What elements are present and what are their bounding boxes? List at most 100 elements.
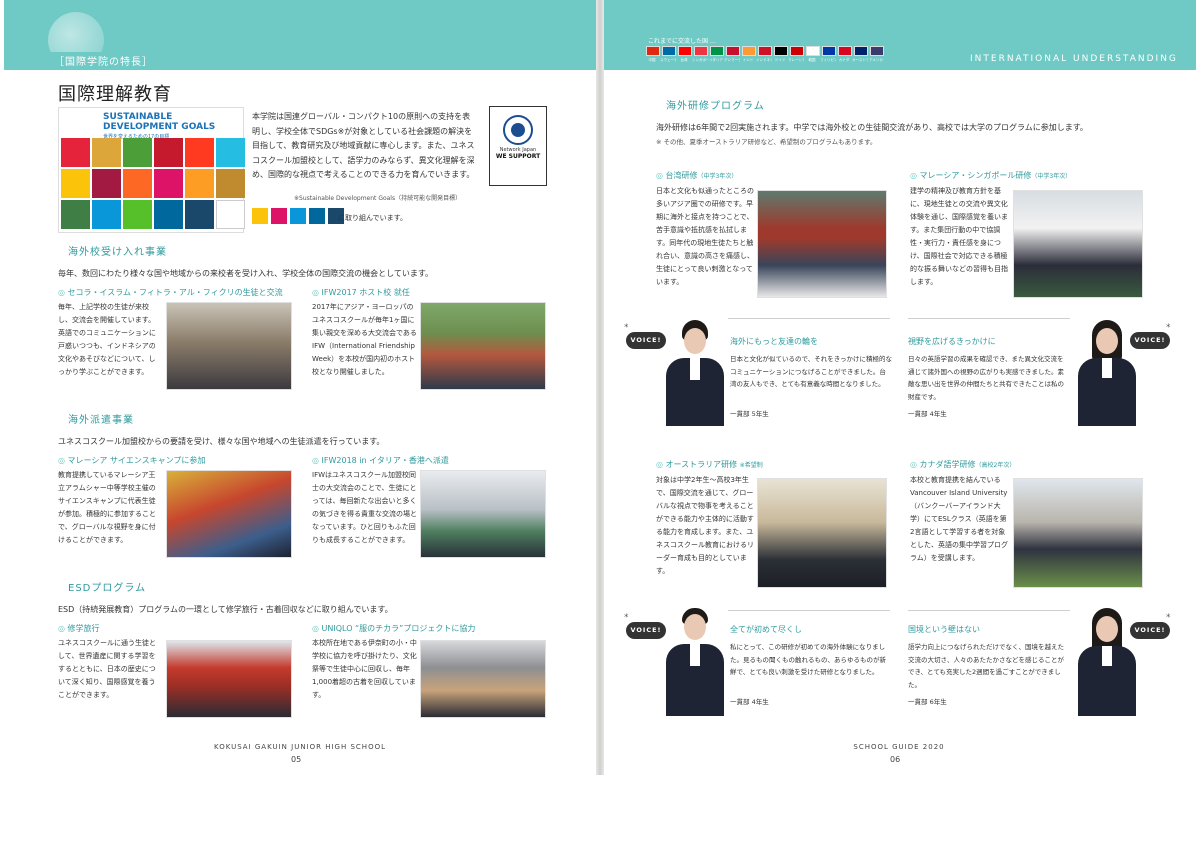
divider xyxy=(908,318,1070,319)
outbound-item-1-text: 教育提携しているマレーシア王立アラムシャー中等学校主催のサイエンスキャンプに代表… xyxy=(58,471,156,544)
country-flag-icon xyxy=(726,46,740,56)
program-desc: 海外研修は6年間で2回実施されます。中学では海外校との生徒間交流があり、高校では… xyxy=(656,123,1088,132)
flag-label: ドイツ xyxy=(774,58,786,62)
ungc-line2: WE SUPPORT xyxy=(495,153,541,160)
voice-3-title: 全てが初めて尽くし xyxy=(730,625,802,634)
brochure-spread: ［国際学院の特長］ 国際理解教育 SUSTAINABLE DEVELOPMENT… xyxy=(0,0,1200,849)
esd-item-1-title: 修学旅行 xyxy=(58,623,100,634)
flag-label: アメリカ xyxy=(869,58,883,62)
photo-ifw2018 xyxy=(420,470,546,558)
sdg-goal-icon xyxy=(154,138,183,167)
sdg-goal-icon xyxy=(252,208,268,224)
card-title-text: オーストラリア研修 xyxy=(665,460,738,469)
country-flag-icon xyxy=(742,46,756,56)
page-title: 国際理解教育 xyxy=(58,84,172,105)
sdg-goal-icon xyxy=(271,208,287,224)
spine xyxy=(596,0,604,775)
sdg-goal-icon xyxy=(216,200,245,229)
photo-australia xyxy=(757,478,887,588)
esd-item-1-text: ユネスコスクールに通う生徒として、世界遺産に関する学習をするとともに、日本の歴史… xyxy=(58,639,156,699)
card-taiwan-text: 日本と文化も似通ったところの多いアジア圏での研修です。早期に海外と接点を持つこと… xyxy=(656,187,754,286)
outbound-item-2-text: IFWはユネスコスクール加盟校同士の大交流会のことで、生徒にとっては、毎回新たな… xyxy=(312,471,417,544)
photo-malaysia-science-camp xyxy=(166,470,292,558)
photo-canada xyxy=(1013,478,1143,588)
sdg-goal-icon xyxy=(185,200,214,229)
inbound-item-2-text: 2017年にアジア・ヨーロッパのユネスコスクールが毎年1ヶ国に集い親交を深める大… xyxy=(312,303,417,376)
sdg-goal-icon xyxy=(123,138,152,167)
photo-indonesia-exchange xyxy=(166,302,292,390)
country-flag-icon xyxy=(790,46,804,56)
country-flag-icon xyxy=(678,46,692,56)
sdg-goal-icon xyxy=(290,208,306,224)
card-malaysia-title: マレーシア・シンガポール研修（中学3年次） xyxy=(910,170,1072,181)
voice-3-grade: 一貫部 4年生 xyxy=(730,698,769,706)
country-flag-icon xyxy=(758,46,772,56)
country-flag-icon xyxy=(774,46,788,56)
flags-title: これまでに交流した国 … xyxy=(648,38,716,45)
card-tag: （中学3年次） xyxy=(697,173,738,180)
voice-1-grade: 一貫部 5年生 xyxy=(730,410,769,418)
voice-badge: VOICE! xyxy=(1130,332,1170,349)
inbound-heading: 海外校受け入れ事業 xyxy=(68,247,167,258)
sdg-goal-icon xyxy=(92,138,121,167)
flag-label: スウェーデン xyxy=(660,58,676,62)
page-number: 05 xyxy=(291,755,302,764)
divider xyxy=(908,610,1070,611)
sdg-goal-icon xyxy=(61,169,90,198)
card-title-text: 台湾研修 xyxy=(665,171,698,180)
sdg-mini-icons xyxy=(252,208,344,224)
card-australia-text: 対象は中学2年生～高校3年生で、国際交流を通じて、グローバルな視点で物事を考える… xyxy=(656,476,754,575)
card-title-text: カナダ語学研修 xyxy=(919,460,976,469)
voice-2-grade: 一貫部 4年生 xyxy=(908,410,947,418)
esd-item-2-title: UNIQLO “服のチカラ”プロジェクトに協力 xyxy=(312,623,476,634)
country-flag-icon xyxy=(662,46,676,56)
sdg-goal-icon xyxy=(154,200,183,229)
sdg-goal-icon xyxy=(216,169,245,198)
header-english-title: INTERNATIONAL UNDERSTANDING xyxy=(970,54,1178,64)
sdg-goal-icon xyxy=(185,138,214,167)
card-tag: （中学3年次） xyxy=(1031,173,1072,180)
sdg-goal-icon xyxy=(185,169,214,198)
inbound-item-1-text: 毎年、上記学校の生徒が来校し、交流会を開催しています。英語でのコミュニケーション… xyxy=(58,303,156,376)
footer-guide-name: SCHOOL GUIDE 2020 xyxy=(853,743,945,751)
voice-3-text: 私にとって、この研修が初めての海外体験になりました。見るもの聞くもの触れるもの、… xyxy=(730,643,886,676)
sparkle-icon: ⁎ xyxy=(624,610,629,620)
sparkle-icon: ⁎ xyxy=(624,320,629,330)
flag-label: フィリピン xyxy=(820,58,836,62)
card-australia-title: オーストラリア研修 ※希望制 xyxy=(656,459,763,470)
sdg-goal-icon xyxy=(123,200,152,229)
sdg-mini-text: に取り組んでいます。 xyxy=(338,214,407,222)
flag-label: マレーシア xyxy=(788,58,804,62)
photo-ifw2017 xyxy=(420,302,546,390)
flag-label: インドネシア xyxy=(756,58,772,62)
card-title-text: マレーシア・シンガポール研修 xyxy=(919,171,1032,180)
program-note: ※ その他、夏季オーストラリア研修など、希望制のプログラムもあります。 xyxy=(656,138,877,146)
country-flag-icon xyxy=(854,46,868,56)
sparkle-icon: ⁎ xyxy=(1166,320,1171,330)
voice-4-text: 語学力向上につなげられただけでなく、国境を越えた交流の大切さ、人々のあたたかさな… xyxy=(908,643,1064,689)
sdg-goal-icon xyxy=(92,200,121,229)
inbound-desc: 毎年、数回にわたり様々な国や地域からの来校者を受け入れ、学校全体の国際交流の機会… xyxy=(58,269,434,278)
country-flag-icon xyxy=(694,46,708,56)
inbound-item-2-title: IFW2017 ホスト校 就任 xyxy=(312,287,410,298)
footer-school-name: KOKUSAI GAKUIN JUNIOR HIGH SCHOOL xyxy=(213,743,386,751)
photo-taiwan xyxy=(757,190,887,298)
card-tag: （高校2年次） xyxy=(975,462,1016,469)
flag-label: 台湾 xyxy=(680,58,688,62)
un-globe-icon xyxy=(503,115,533,145)
student-photo xyxy=(1074,606,1138,716)
flag-labels: 中国スウェーデン台湾シンガポールイタリアデンマークインドインドネシアドイツマレー… xyxy=(644,58,884,63)
sdg-goal-icon xyxy=(154,169,183,198)
inbound-item-1-title: セコラ・イスラム・フィトラ・アル・フィクリの生徒と交流 xyxy=(58,287,283,298)
flag-label: 中国 xyxy=(648,58,656,62)
sdg-icon-grid xyxy=(61,138,245,229)
section-tag: ［国際学院の特長］ xyxy=(50,52,157,69)
voice-badge: VOICE! xyxy=(626,622,666,639)
voice-4-title: 国境という壁はない xyxy=(908,625,980,634)
sdg-logo-box: SUSTAINABLE DEVELOPMENT GOALS 世界を変えるための1… xyxy=(58,107,245,233)
outbound-desc: ユネスコスクール加盟校からの要請を受け、様々な国や地域への生徒派遣を行っています… xyxy=(58,437,385,446)
voice-badge: VOICE! xyxy=(1130,622,1170,639)
sdg-title: SUSTAINABLE DEVELOPMENT GOALS xyxy=(103,112,216,132)
divider xyxy=(728,318,890,319)
country-flag-icon xyxy=(806,46,820,56)
